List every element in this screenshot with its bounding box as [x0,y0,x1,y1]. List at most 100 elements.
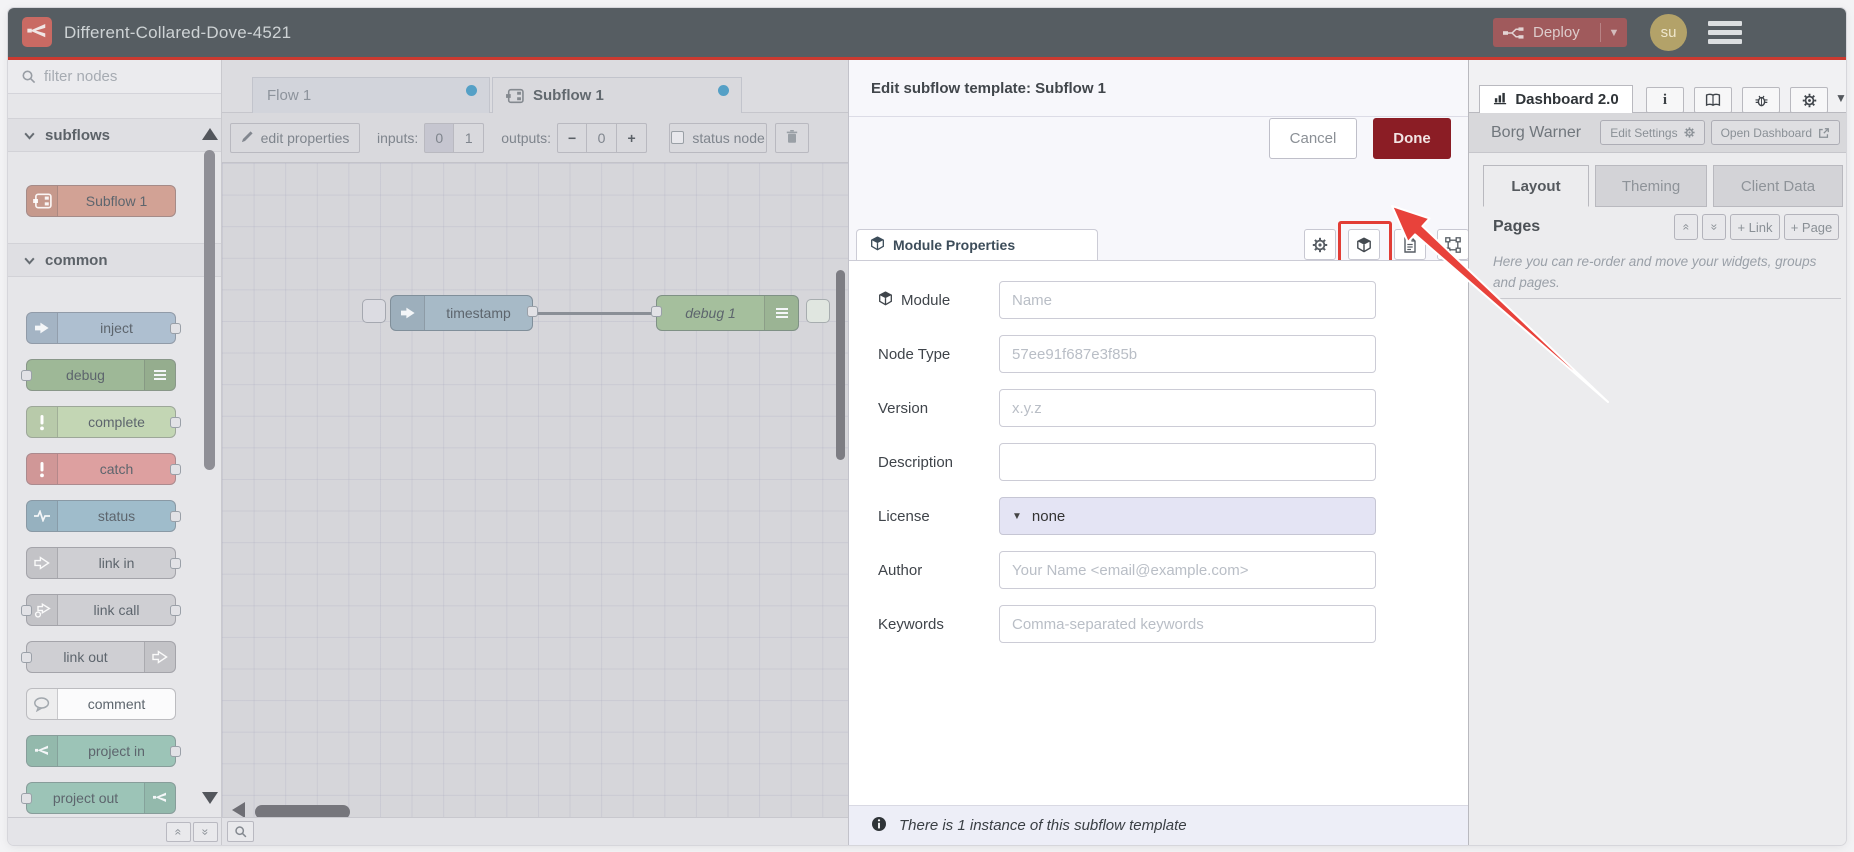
palette: filter nodes subflows Subflow 1 common inje… [8,60,222,845]
palette-filter[interactable]: filter nodes [8,60,221,94]
description-doc-button[interactable] [1394,229,1426,260]
add-page-button[interactable]: + Page [1784,214,1839,240]
output-port[interactable] [170,558,181,569]
subflow-input-stub[interactable] [362,299,386,323]
palette-node-inject[interactable]: inject [26,312,181,344]
tab-client-data[interactable]: Client Data [1713,165,1843,207]
edit-properties-button[interactable]: edit properties [230,122,360,153]
node-type-field[interactable] [999,335,1376,373]
palette-node-link-in[interactable]: link in [26,547,181,579]
deploy-button[interactable]: Deploy ▼ [1493,18,1627,47]
input-port[interactable] [21,793,32,804]
node-debug-1[interactable]: debug 1 [651,295,799,331]
field-label: Version [878,399,929,417]
palette-node-link-call[interactable]: link call [21,594,181,626]
tab-module-properties[interactable]: Module Properties [856,229,1098,260]
outputs-plus-button[interactable]: + [617,122,648,153]
flow-canvas[interactable]: timestamp debug 1 [222,163,848,845]
main-menu-icon[interactable] [1708,21,1742,44]
inputs-1-button[interactable]: 1 [454,122,485,153]
external-link-icon [1819,127,1829,138]
palette-node-project-in[interactable]: project in [26,735,181,767]
sidebar-caret-icon[interactable]: ▼ [1835,91,1846,105]
subflow-output-stub[interactable] [806,299,830,323]
move-up-button[interactable]: « [1674,214,1698,240]
output-port[interactable] [170,464,181,475]
outputs-stepper: − 0 + [557,122,648,153]
status-node-toggle[interactable]: status node [669,122,768,153]
node-red-logo [22,17,52,47]
edit-subflow-tray: Edit subflow template: Subflow 1 Cancel … [848,60,1469,845]
output-port[interactable] [527,306,538,317]
module-field[interactable] [999,281,1376,319]
properties-gear-button[interactable] [1304,229,1336,260]
description-field[interactable] [999,443,1376,481]
tab-dashboard-2[interactable]: Dashboard 2.0 [1479,85,1633,114]
palette-node-link-out[interactable]: link out [21,641,176,673]
input-port[interactable] [21,370,32,381]
palette-collapse-all-button[interactable]: « [166,821,191,842]
debug-bug-button[interactable] [1742,87,1780,113]
deploy-icon [1503,26,1525,40]
palette-section-subflows[interactable]: subflows [8,118,221,152]
palette-node-catch[interactable]: catch [26,453,181,485]
outputs-minus-button[interactable]: − [557,122,588,153]
right-sidebar: Dashboard 2.0 i ▼ Borg Warner Edit Setti… [1468,60,1846,845]
palette-node-project-out[interactable]: project out [21,782,176,814]
palette-scrollbar[interactable] [204,150,215,470]
help-book-button[interactable] [1694,87,1732,113]
palette-node-Subflow-1[interactable]: Subflow 1 [26,185,176,217]
node-label: project in [88,743,145,759]
pages-help-text: Here you can re-order and move your widg… [1493,254,1817,290]
output-port[interactable] [170,605,181,616]
settings-gear-button[interactable] [1790,87,1828,113]
output-port[interactable] [170,511,181,522]
input-port[interactable] [21,605,32,616]
cube-icon [878,290,893,310]
version-field[interactable] [999,389,1376,427]
inject-icon [391,296,425,330]
license-select[interactable]: ▼ none [999,497,1376,535]
palette-node-debug[interactable]: debug [21,359,176,391]
input-port[interactable] [651,306,662,317]
palette-node-status[interactable]: status [26,500,181,532]
palette-scroll-down-icon[interactable] [202,792,218,804]
palette-node-complete[interactable]: complete [26,406,181,438]
field-label: Keywords [878,615,944,633]
add-link-button[interactable]: + Link [1730,214,1780,240]
hscroll-left-icon[interactable] [232,802,245,818]
done-button[interactable]: Done [1373,118,1451,159]
delete-subflow-button[interactable] [775,122,810,153]
palette-scroll-up-icon[interactable] [202,128,218,140]
canvas-search-button[interactable] [227,821,254,842]
tab-flow-1[interactable]: Flow 1 [252,77,490,113]
tab-subflow-1[interactable]: Subflow 1 [492,77,742,113]
palette-node-comment[interactable]: comment [26,688,176,720]
vscroll-thumb[interactable] [836,270,845,460]
inputs-0-button[interactable]: 0 [424,122,455,153]
info-tab-button[interactable]: i [1646,87,1684,113]
appearance-frame-button[interactable] [1437,229,1469,260]
tab-layout[interactable]: Layout [1483,165,1589,207]
tab-theming[interactable]: Theming [1595,165,1707,207]
nr-icon [144,783,175,813]
cancel-button[interactable]: Cancel [1269,118,1357,159]
open-dashboard-button[interactable]: Open Dashboard [1710,120,1840,145]
module-properties-label: Module Properties [893,237,1016,253]
node-timestamp[interactable]: timestamp [390,295,538,331]
output-port[interactable] [170,417,181,428]
wire [532,312,657,315]
status-node-checkbox[interactable] [671,131,685,144]
module-properties-cube-button[interactable] [1348,229,1380,260]
output-port[interactable] [170,746,181,757]
palette-expand-all-button[interactable]: » [193,821,218,842]
keywords-field[interactable] [999,605,1376,643]
output-port[interactable] [170,323,181,334]
edit-settings-button[interactable]: Edit Settings [1600,120,1705,145]
user-avatar[interactable]: su [1650,14,1687,51]
input-port[interactable] [21,652,32,663]
deploy-caret-icon[interactable]: ▼ [1601,27,1627,39]
move-down-button[interactable]: » [1702,214,1726,240]
palette-section-common[interactable]: common [8,243,221,277]
author-field[interactable] [999,551,1376,589]
